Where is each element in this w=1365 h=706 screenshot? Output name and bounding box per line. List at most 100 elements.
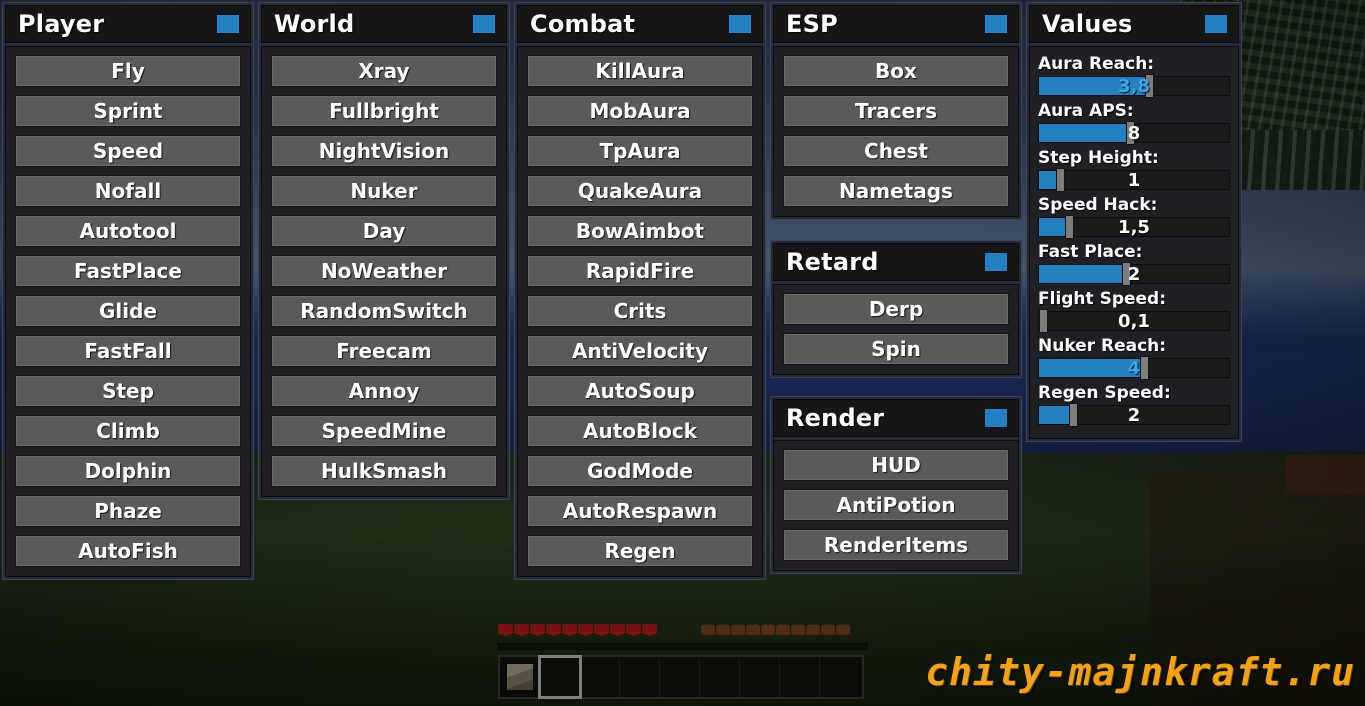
slider-fill	[1039, 265, 1127, 283]
slider-handle[interactable]	[1065, 215, 1075, 239]
toggle-square-icon[interactable]	[727, 13, 753, 35]
module-button[interactable]: Crits	[527, 295, 753, 327]
module-button[interactable]: AntiVelocity	[527, 335, 753, 367]
module-button[interactable]: GodMode	[527, 455, 753, 487]
hotbar-slot[interactable]	[820, 657, 860, 697]
value-slider[interactable]: 2	[1038, 262, 1230, 286]
module-button[interactable]: HulkSmash	[271, 455, 497, 487]
module-button[interactable]: Annoy	[271, 375, 497, 407]
value-slider[interactable]: 8	[1038, 121, 1230, 145]
module-button[interactable]: QuakeAura	[527, 175, 753, 207]
hotbar-slot[interactable]	[620, 657, 660, 697]
toggle-square-icon[interactable]	[983, 251, 1009, 273]
slider-label: Step Height:	[1038, 148, 1159, 168]
hotbar[interactable]	[498, 655, 864, 699]
module-button[interactable]: Nuker	[271, 175, 497, 207]
slider-handle[interactable]	[1145, 74, 1155, 98]
hotbar-slot[interactable]	[580, 657, 620, 697]
module-button[interactable]: TpAura	[527, 135, 753, 167]
panel-esp-header[interactable]: ESP	[773, 5, 1019, 43]
module-button[interactable]: AutoBlock	[527, 415, 753, 447]
module-button[interactable]: Spin	[783, 333, 1009, 365]
block-item-icon[interactable]	[506, 664, 533, 690]
module-button[interactable]: Phaze	[15, 495, 241, 527]
slider-handle[interactable]	[1126, 121, 1136, 145]
module-button[interactable]: MobAura	[527, 95, 753, 127]
module-button[interactable]: HUD	[783, 449, 1009, 481]
value-slider[interactable]: 4	[1038, 356, 1230, 380]
slider-handle[interactable]	[1055, 168, 1065, 192]
toggle-square-icon[interactable]	[983, 407, 1009, 429]
panel-world-header[interactable]: World	[261, 5, 507, 43]
module-button[interactable]: Step	[15, 375, 241, 407]
panel-player[interactable]: Player Fly Sprint Speed Nofall Autotool FastP…	[2, 2, 254, 580]
module-button[interactable]: Speed	[15, 135, 241, 167]
module-button[interactable]: Tracers	[783, 95, 1009, 127]
panel-esp[interactable]: ESP Box Tracers Chest Nametags	[770, 2, 1022, 220]
hunger-icon	[806, 624, 820, 638]
module-button[interactable]: FastFall	[15, 335, 241, 367]
module-button[interactable]: AutoSoup	[527, 375, 753, 407]
panel-render[interactable]: Render HUD AntiPotion RenderItems	[770, 396, 1022, 574]
panel-values-header[interactable]: Values	[1029, 5, 1239, 43]
heart-icon	[610, 624, 625, 638]
slider-handle[interactable]	[1038, 309, 1048, 333]
value-slider[interactable]: 0,1	[1038, 309, 1230, 333]
module-button[interactable]: NightVision	[271, 135, 497, 167]
hotbar-slot[interactable]	[740, 657, 780, 697]
hotbar-slot[interactable]	[660, 657, 700, 697]
module-button[interactable]: Nametags	[783, 175, 1009, 207]
module-button[interactable]: FastPlace	[15, 255, 241, 287]
module-button[interactable]: Freecam	[271, 335, 497, 367]
toggle-square-icon[interactable]	[471, 13, 497, 35]
panel-world[interactable]: World Xray Fullbright NightVision Nuker Day N…	[258, 2, 510, 500]
panel-retard[interactable]: Retard Derp Spin	[770, 240, 1022, 378]
panel-combat[interactable]: Combat KillAura MobAura TpAura QuakeAura Bow…	[514, 2, 766, 580]
module-button[interactable]: SpeedMine	[271, 415, 497, 447]
module-button[interactable]: NoWeather	[271, 255, 497, 287]
slider-handle[interactable]	[1069, 403, 1079, 427]
module-button[interactable]: Box	[783, 55, 1009, 87]
module-button[interactable]: Nofall	[15, 175, 241, 207]
module-button[interactable]: Glide	[15, 295, 241, 327]
hotbar-slot[interactable]	[780, 657, 820, 697]
module-button[interactable]: Day	[271, 215, 497, 247]
hud-stats-row	[498, 624, 868, 640]
panel-combat-header[interactable]: Combat	[517, 5, 763, 43]
hotbar-slot[interactable]	[500, 657, 540, 697]
module-button[interactable]: RenderItems	[783, 529, 1009, 561]
module-button[interactable]: Derp	[783, 293, 1009, 325]
module-button[interactable]: Xray	[271, 55, 497, 87]
module-button[interactable]: BowAimbot	[527, 215, 753, 247]
panel-combat-title: Combat	[530, 10, 636, 38]
module-button[interactable]: Fly	[15, 55, 241, 87]
toggle-square-icon[interactable]	[983, 13, 1009, 35]
slider-handle[interactable]	[1139, 356, 1149, 380]
hotbar-slot[interactable]	[700, 657, 740, 697]
value-slider[interactable]: 1	[1038, 168, 1230, 192]
module-button[interactable]: Dolphin	[15, 455, 241, 487]
module-button[interactable]: AntiPotion	[783, 489, 1009, 521]
panel-retard-header[interactable]: Retard	[773, 243, 1019, 281]
module-button[interactable]: RandomSwitch	[271, 295, 497, 327]
value-slider[interactable]: 1,5	[1038, 215, 1230, 239]
module-button[interactable]: AutoRespawn	[527, 495, 753, 527]
module-button[interactable]: Regen	[527, 535, 753, 567]
module-button[interactable]: Sprint	[15, 95, 241, 127]
hotbar-slot[interactable]	[538, 655, 582, 699]
module-button[interactable]: AutoFish	[15, 535, 241, 567]
module-button[interactable]: Chest	[783, 135, 1009, 167]
panel-values[interactable]: Values Aura Reach: 3,8 Aura APS: 8 Step Heig…	[1026, 2, 1242, 442]
toggle-square-icon[interactable]	[215, 13, 241, 35]
module-button[interactable]: Climb	[15, 415, 241, 447]
panel-player-header[interactable]: Player	[5, 5, 251, 43]
slider-handle[interactable]	[1122, 262, 1132, 286]
module-button[interactable]: RapidFire	[527, 255, 753, 287]
value-slider[interactable]: 3,8	[1038, 74, 1230, 98]
module-button[interactable]: KillAura	[527, 55, 753, 87]
value-slider[interactable]: 2	[1038, 403, 1230, 427]
toggle-square-icon[interactable]	[1203, 13, 1229, 35]
panel-render-header[interactable]: Render	[773, 399, 1019, 437]
module-button[interactable]: Autotool	[15, 215, 241, 247]
module-button[interactable]: Fullbright	[271, 95, 497, 127]
